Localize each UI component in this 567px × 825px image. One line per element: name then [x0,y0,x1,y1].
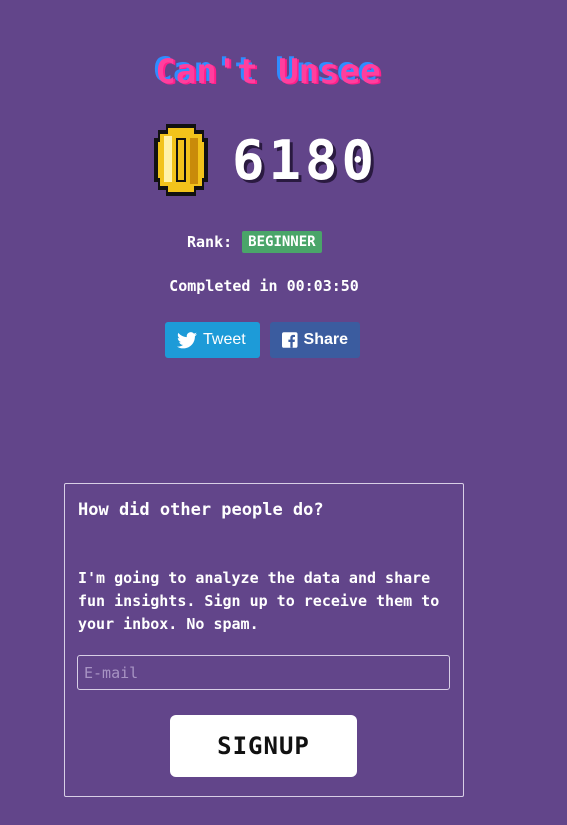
card-description: I'm going to analyze the data and share … [78,569,440,633]
email-input[interactable] [77,655,450,690]
tweet-label: Tweet [203,331,246,348]
tweet-button[interactable]: Tweet [165,322,260,358]
social-buttons: Tweet Share [165,322,360,358]
rank-badge: BEGINNER [242,231,322,253]
page-title: Can't Unsee [155,52,381,92]
signup-card: How did other people do? I'm going to an… [64,483,464,797]
score-value: 6180 [232,128,379,192]
score-display: 6180 [152,122,378,198]
share-button[interactable]: Share [270,322,360,358]
completion-time: Completed in 00:03:50 [169,277,359,295]
share-label: Share [303,331,348,348]
twitter-icon [177,331,197,348]
signup-button[interactable]: SIGNUP [170,715,357,777]
card-heading: How did other people do? [78,500,324,520]
facebook-icon [282,332,298,348]
rank-row: Rank: BEGINNER [187,229,322,255]
rank-label: Rank: [187,233,233,251]
coin-icon [154,124,208,196]
